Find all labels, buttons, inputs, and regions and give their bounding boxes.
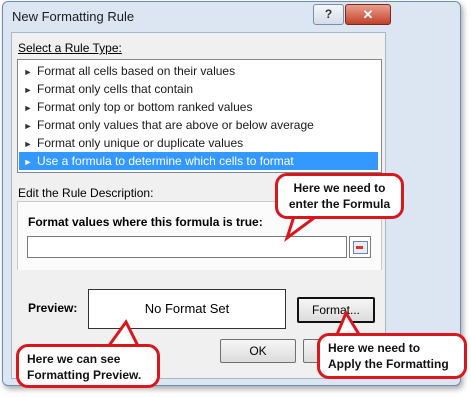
formula-callout: Here we need to enter the Formula xyxy=(275,173,404,219)
format-callout: Here we need to Apply the Formatting xyxy=(317,333,467,379)
preview-callout: Here we can see Formatting Preview. xyxy=(16,344,160,388)
